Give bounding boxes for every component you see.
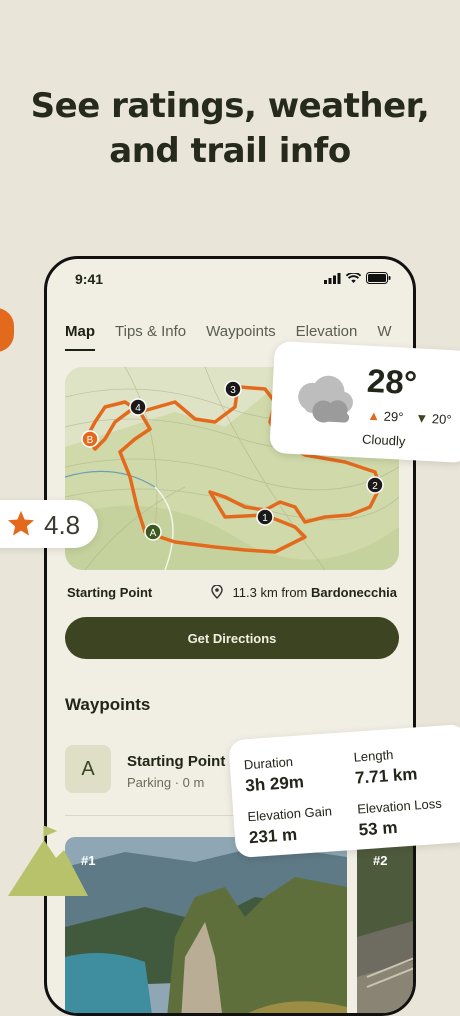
battery-icon (366, 272, 391, 284)
stat-elevation-gain: Elevation Gain 231 m (247, 803, 334, 848)
stat-gain-label: Elevation Gain (247, 803, 333, 825)
map-marker-4[interactable]: 4 (129, 398, 147, 416)
location-pin-icon (211, 584, 223, 599)
stat-length-label: Length (353, 746, 394, 765)
headline-line-2: and trail info (109, 131, 351, 171)
svg-text:4: 4 (135, 403, 141, 414)
trail-photo-2[interactable]: #2 (357, 837, 413, 1013)
signal-icon (324, 272, 341, 284)
weather-card: 28° ▲ 29° ▼ 20° Cloudly (269, 340, 460, 464)
photo-1-image (65, 837, 347, 1013)
photo-2-label: #2 (373, 853, 388, 868)
map-marker-b[interactable]: B (81, 430, 99, 448)
svg-text:B: B (87, 435, 94, 446)
rating-value: 4.8 (44, 510, 81, 540)
trail-photo-1[interactable]: #1 (65, 837, 347, 1013)
trail-stats-card: Duration 3h 29m Length 7.71 km Elevation G… (228, 723, 460, 859)
stat-gain-value: 231 m (248, 824, 298, 848)
cloud-icon (298, 375, 353, 423)
star-icon (8, 510, 34, 536)
svg-text:3: 3 (230, 385, 236, 396)
arrow-down-icon: ▼ (415, 410, 429, 426)
weather-high: ▲ 29° (367, 408, 404, 425)
weather-low: ▼ 20° (415, 410, 452, 427)
starting-point-row: Starting Point 11.3 km from Bardonecchia (67, 584, 397, 600)
rating-badge: 4.8 (0, 500, 98, 548)
map-marker-1[interactable]: 1 (256, 508, 274, 526)
distance-town: Bardonecchia (311, 585, 397, 600)
svg-text:1: 1 (262, 513, 268, 524)
svg-text:2: 2 (372, 481, 378, 492)
waypoint-name[interactable]: Starting Point (127, 753, 225, 770)
distance-info: 11.3 km from Bardonecchia (211, 584, 397, 600)
weather-temperature: 28° (366, 361, 418, 402)
map-marker-a[interactable]: A (144, 523, 162, 541)
arrow-up-icon: ▲ (366, 407, 381, 424)
waypoint-badge: A (65, 745, 111, 793)
tab-map[interactable]: Map (65, 323, 95, 351)
stat-length: Length 7.71 km (353, 745, 418, 788)
weather-high-value: 29° (383, 408, 404, 425)
stat-duration-value: 3h 29m (244, 772, 305, 796)
weather-high-low: ▲ 29° ▼ 20° (367, 408, 452, 427)
get-directions-button[interactable]: Get Directions (65, 617, 399, 659)
stat-duration: Duration 3h 29m (243, 753, 304, 796)
orange-accent-shape (0, 308, 14, 352)
tab-tips-info[interactable]: Tips & Info (115, 323, 186, 351)
mountain-flag-icon (8, 826, 88, 896)
stat-length-value: 7.71 km (354, 764, 419, 788)
stat-loss-value: 53 m (358, 817, 399, 840)
status-icons (324, 272, 391, 284)
tab-waypoints[interactable]: Waypoints (206, 323, 275, 351)
weather-condition: Cloudly (361, 431, 406, 449)
distance-text: 11.3 km from (232, 585, 308, 600)
starting-point-label: Starting Point (67, 585, 153, 600)
stat-duration-label: Duration (243, 753, 294, 773)
weather-low-value: 20° (431, 411, 452, 428)
stat-loss-label: Elevation Loss (356, 795, 443, 817)
waypoint-detail: Parking · 0 m (127, 775, 205, 790)
map-marker-3[interactable]: 3 (224, 380, 242, 398)
headline-line-1: See ratings, weather, (30, 86, 430, 126)
wifi-icon (346, 272, 361, 283)
stat-elevation-loss: Elevation Loss 53 m (357, 796, 444, 841)
headline: See ratings, weather, and trail info (0, 84, 460, 174)
map-marker-2[interactable]: 2 (366, 476, 384, 494)
status-time: 9:41 (75, 271, 104, 287)
waypoints-title: Waypoints (65, 695, 151, 714)
svg-text:A: A (150, 528, 157, 539)
